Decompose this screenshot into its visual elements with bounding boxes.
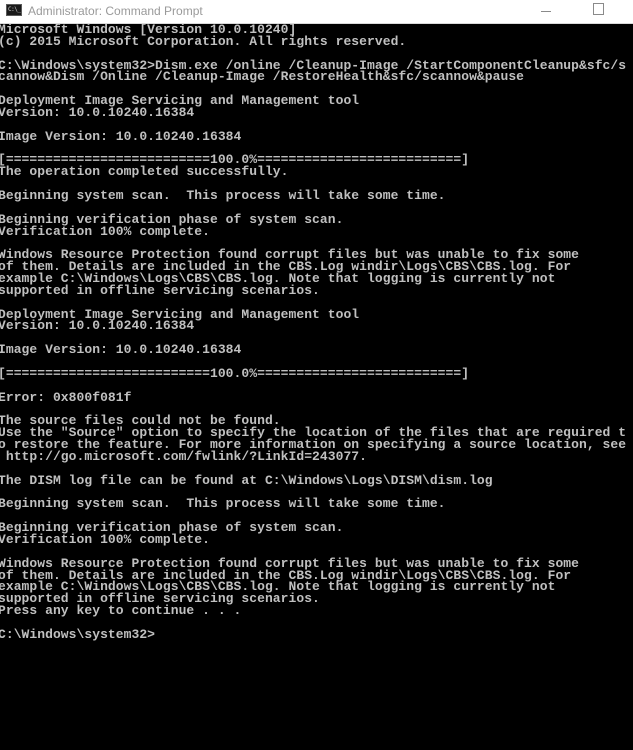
maximize-icon [593,3,604,15]
console-line: Verification 100% complete. [0,531,210,547]
window-title: Administrator: Command Prompt [28,4,203,18]
console-line: Error: 0x800f081f [0,389,132,405]
console-line: http://go.microsoft.com/fwlink/?LinkId=2… [0,448,368,464]
maximize-button[interactable] [574,0,620,23]
console-line: Image Version: 10.0.10240.16384 [0,128,242,144]
title-bar[interactable]: C:\_ Administrator: Command Prompt [0,0,633,24]
console-line: The operation completed successfully. [0,164,289,180]
console-lines: Microsoft Windows [Version 10.0.10240] (c… [0,24,626,641]
console-output[interactable]: Microsoft Windows [Version 10.0.10240] (c… [0,24,633,750]
console-line: Beginning system scan. This process will… [0,188,446,204]
console-line: Verification 100% complete. [0,223,210,239]
console-line: Version: 10.0.10240.16384 [0,318,195,334]
cmd-icon: C:\_ [6,4,22,16]
console-line: Beginning system scan. This process will… [0,496,446,512]
console-line: The DISM log file can be found at C:\Win… [0,472,493,488]
console-line: Press any key to continue . . . [0,603,242,619]
console-line: supported in offline servicing scenarios… [0,282,320,298]
minimize-icon [541,11,551,12]
console-line: Image Version: 10.0.10240.16384 [0,342,242,358]
minimize-button[interactable] [522,0,568,23]
console-line: C:\Windows\system32> [0,626,156,642]
console-line: Version: 10.0.10240.16384 [0,105,195,121]
console-line: [==========================100.0%=======… [0,365,470,381]
console-line: cannow&Dism /Online /Cleanup-Image /Rest… [0,69,525,85]
console-line: (c) 2015 Microsoft Corporation. All righ… [0,33,407,49]
